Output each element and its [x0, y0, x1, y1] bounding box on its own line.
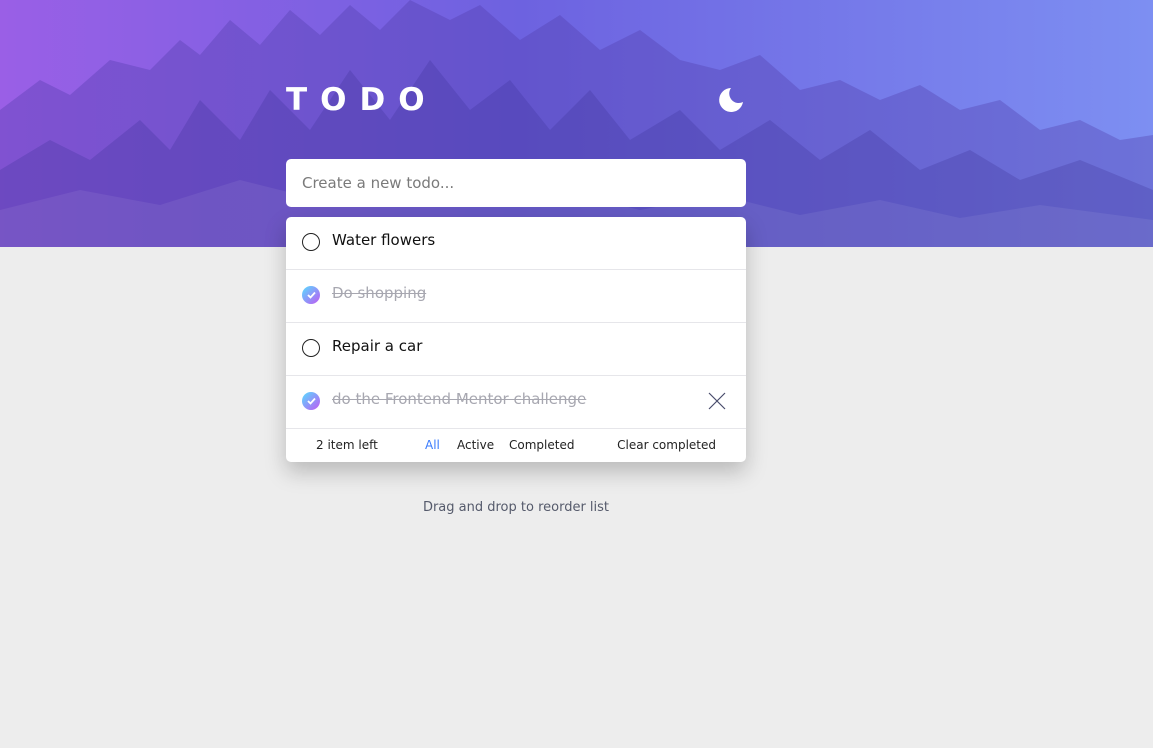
todo-checkbox[interactable]	[302, 233, 320, 251]
check-icon	[307, 291, 316, 299]
new-todo-input[interactable]	[302, 159, 730, 207]
delete-todo-button[interactable]	[708, 392, 726, 410]
todo-item[interactable]: Repair a car	[286, 323, 746, 376]
mountain-illustration	[0, 0, 1153, 247]
todo-checkbox[interactable]	[302, 339, 320, 357]
moon-icon	[719, 88, 743, 112]
filter-active[interactable]: Active	[457, 438, 494, 452]
todo-checkbox-checked[interactable]	[302, 392, 320, 410]
todo-list: Water flowers Do shopping Repair a car d…	[286, 217, 746, 462]
app-title: TODO	[286, 82, 438, 118]
theme-toggle-button[interactable]	[716, 85, 746, 115]
app-header: TODO	[286, 82, 746, 122]
clear-completed-button[interactable]: Clear completed	[617, 438, 716, 452]
close-icon	[708, 392, 726, 410]
new-todo-field	[286, 159, 746, 207]
todo-text[interactable]: do the Frontend Mentor challenge	[332, 390, 586, 408]
todo-checkbox-checked[interactable]	[302, 286, 320, 304]
todo-text[interactable]: Water flowers	[332, 231, 435, 249]
todo-text[interactable]: Repair a car	[332, 337, 422, 355]
items-left-count: 2 item left	[316, 438, 378, 452]
todo-item[interactable]: Water flowers	[286, 217, 746, 270]
todo-footer: 2 item left All Active Completed Clear c…	[286, 429, 746, 462]
todo-item[interactable]: do the Frontend Mentor challenge	[286, 376, 746, 429]
todo-item[interactable]: Do shopping	[286, 270, 746, 323]
reorder-hint: Drag and drop to reorder list	[422, 500, 610, 515]
filter-all[interactable]: All	[425, 438, 440, 452]
check-icon	[307, 397, 316, 405]
hero-background-image	[0, 0, 1153, 247]
todo-text[interactable]: Do shopping	[332, 284, 426, 302]
filter-completed[interactable]: Completed	[509, 438, 574, 452]
